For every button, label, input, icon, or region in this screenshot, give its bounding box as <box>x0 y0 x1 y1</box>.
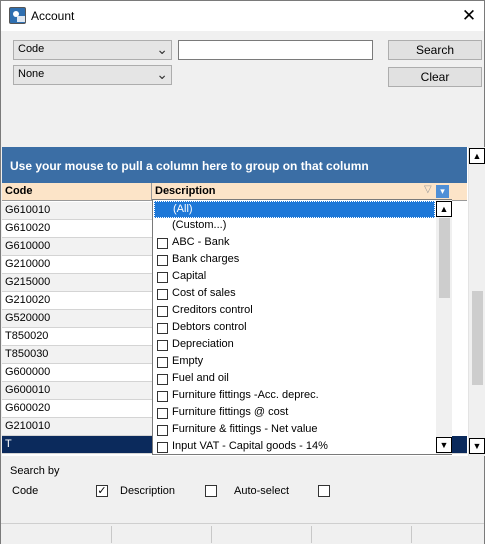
table-row[interactable]: G215000 <box>2 274 152 292</box>
checkbox[interactable] <box>157 357 168 368</box>
filter-option[interactable]: Capital <box>154 269 435 286</box>
filter-option[interactable]: Furniture & fittings - Net value <box>154 422 435 439</box>
filter-option-label: Creditors control <box>172 304 253 316</box>
status-divider <box>211 526 212 543</box>
filter-option[interactable]: Furniture fittings @ cost <box>154 405 435 422</box>
filter-dropdown-button[interactable]: ▾ <box>436 185 449 198</box>
table-row[interactable]: G610020 <box>2 220 152 238</box>
filter-option-label: Depreciation <box>172 338 234 350</box>
dropdown-scroll-thumb[interactable] <box>439 218 450 298</box>
scroll-up-button[interactable]: ▲ <box>469 148 485 164</box>
checkbox[interactable] <box>157 408 168 419</box>
filter-option[interactable]: ABC - Bank <box>154 235 435 252</box>
chevron-down-icon <box>156 68 168 82</box>
search-button[interactable]: Search <box>388 40 482 60</box>
search-input[interactable] <box>178 40 373 60</box>
filter-option[interactable]: Depreciation <box>154 337 435 354</box>
checkbox[interactable] <box>157 238 168 249</box>
table-row[interactable]: G210000 <box>2 256 152 274</box>
table-row[interactable]: G600010 <box>2 382 152 400</box>
table-row[interactable]: G600020 <box>2 400 152 418</box>
status-bar <box>1 523 484 544</box>
checkbox[interactable] <box>157 255 168 266</box>
chevron-down-icon <box>156 43 168 57</box>
checkbox[interactable] <box>157 391 168 402</box>
group-by-area[interactable]: Use your mouse to pull a column here to … <box>2 147 467 183</box>
filter-option-label: Input VAT - Capital goods - 14% <box>172 440 328 452</box>
search-mode-value: None <box>18 68 45 80</box>
search-by-label: Search by <box>10 465 60 477</box>
search-field-select[interactable]: Code <box>13 40 172 60</box>
filter-option-label: Furniture fittings @ cost <box>172 406 289 418</box>
table-row[interactable]: G610000 <box>2 238 152 256</box>
table-row[interactable]: G210010 <box>2 418 152 436</box>
description-option-checkbox[interactable] <box>205 485 217 497</box>
checkbox[interactable] <box>157 306 168 317</box>
checkbox[interactable] <box>157 272 168 283</box>
table-row-selected[interactable]: T <box>2 436 152 454</box>
checkbox[interactable] <box>157 425 168 436</box>
search-mode-select[interactable]: None <box>13 65 172 85</box>
filter-option[interactable]: Creditors control <box>154 303 435 320</box>
status-divider <box>111 526 112 543</box>
filter-option-label: Empty <box>172 355 204 367</box>
filter-option[interactable]: Furniture fittings -Acc. deprec. <box>154 388 435 405</box>
description-filter-dropdown: (All) (Custom...) ABC - Bank Bank charge… <box>152 199 452 455</box>
filter-option[interactable]: Empty <box>154 354 435 371</box>
table-row[interactable]: G600000 <box>2 364 152 382</box>
code-option-label: Code <box>12 485 39 497</box>
filter-option-label: ABC - Bank <box>172 236 230 248</box>
account-window: Account ✕ Code Search None Clear Use you… <box>0 0 485 544</box>
table-row[interactable]: G210020 <box>2 292 152 310</box>
filter-option-label: Cost of sales <box>172 287 236 299</box>
checkbox[interactable] <box>157 323 168 334</box>
status-divider <box>311 526 312 543</box>
filter-option[interactable]: Cost of sales <box>154 286 435 303</box>
filter-option[interactable]: Fuel and oil <box>154 371 435 388</box>
window-title: Account <box>31 9 75 23</box>
clear-button[interactable]: Clear <box>388 67 482 87</box>
table-row[interactable]: T850030 <box>2 346 152 364</box>
checkbox[interactable] <box>157 442 168 453</box>
filter-option[interactable]: Input VAT - Capital goods - 14% <box>154 439 435 456</box>
search-panel: Code Search None Clear <box>1 31 484 148</box>
filter-option-label: Capital <box>172 270 207 282</box>
table-row[interactable]: T850020 <box>2 328 152 346</box>
filter-option-all[interactable]: (All) <box>154 201 435 218</box>
close-button[interactable]: ✕ <box>457 4 481 28</box>
filter-option[interactable]: Debtors control <box>154 320 435 337</box>
table-row[interactable]: G520000 <box>2 310 152 328</box>
autoselect-option-checkbox[interactable] <box>318 485 330 497</box>
table-row[interactable]: G610010 <box>2 202 152 220</box>
status-divider <box>411 526 412 543</box>
code-option-checkbox[interactable]: ✓ <box>96 485 108 497</box>
filter-indicator-icon: ▽ <box>424 184 432 195</box>
scroll-down-button[interactable]: ▼ <box>469 438 485 454</box>
app-icon <box>9 7 26 24</box>
filter-option-label: Fuel and oil <box>172 372 229 384</box>
dropdown-scroll-up-button[interactable]: ▲ <box>436 201 452 217</box>
description-option-label: Description <box>120 485 176 497</box>
autoselect-option-label: Auto-select <box>234 485 290 497</box>
checkbox[interactable] <box>157 289 168 300</box>
checkbox[interactable] <box>157 340 168 351</box>
checkbox[interactable] <box>157 374 168 385</box>
filter-option[interactable]: Bank charges <box>154 252 435 269</box>
filter-option-label: Furniture & fittings - Net value <box>172 423 318 435</box>
filter-option-label: Furniture fittings -Acc. deprec. <box>172 389 319 401</box>
filter-option-custom[interactable]: (Custom...) <box>154 218 435 235</box>
scroll-thumb[interactable] <box>472 291 483 385</box>
title-bar: Account ✕ <box>1 1 484 31</box>
search-field-value: Code <box>18 43 45 55</box>
grid-vertical-scrollbar[interactable]: ▲ ▼ <box>468 147 485 456</box>
filter-option-label: Debtors control <box>172 321 247 333</box>
dropdown-scroll-down-button[interactable]: ▼ <box>436 437 452 453</box>
column-header-code[interactable]: Code <box>2 183 152 201</box>
dropdown-vertical-scrollbar[interactable]: ▲ ▼ <box>436 200 452 454</box>
filter-option-label: Bank charges <box>172 253 240 265</box>
